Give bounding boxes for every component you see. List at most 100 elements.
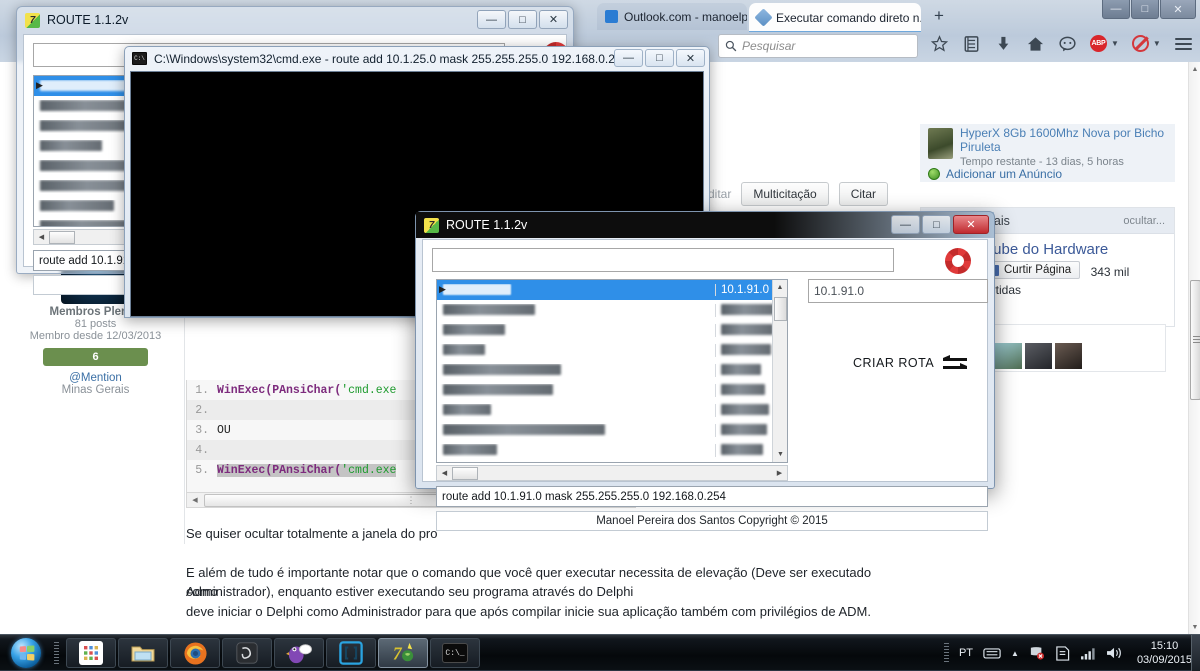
scroll-up-icon[interactable]: ▲	[1189, 62, 1200, 76]
cmd-icon: C:\_	[442, 643, 468, 663]
code-token-fn: WinExec	[217, 463, 266, 477]
taskbar-item-brackets[interactable]	[326, 638, 376, 668]
taskbar-item-delphi[interactable]: 7	[378, 638, 428, 668]
list-item[interactable]	[437, 300, 787, 320]
delphi-icon: 7	[424, 217, 439, 233]
close-button[interactable]: ✕	[539, 10, 568, 29]
quote-button[interactable]: Citar	[838, 182, 889, 206]
clock[interactable]: 15:10 03/09/2015	[1133, 639, 1192, 667]
face-thumbnail	[995, 343, 1022, 369]
minimize-button[interactable]: —	[477, 10, 506, 29]
add-ad-label: Adicionar um Anúncio	[946, 167, 1063, 181]
maximize-button[interactable]: □	[1131, 0, 1159, 19]
minimize-button[interactable]: —	[891, 215, 920, 234]
ad-title[interactable]: HyperX 8Gb 1600Mhz Nova por Bicho Pirule…	[960, 126, 1170, 154]
multiquote-button[interactable]: Multicitação	[741, 182, 829, 206]
scroll-left-icon[interactable]: ◀	[187, 496, 203, 504]
add-ad-link[interactable]: Adicionar um Anúncio	[928, 167, 1062, 181]
route-window-foreground[interactable]: 7 ROUTE 1.1.2v — □ ✕ 10.1.91.0 ▶ ▲ ▼ ◀ ▶…	[415, 211, 995, 531]
star-icon[interactable]	[930, 34, 949, 53]
list-item[interactable]	[437, 340, 787, 360]
list-item-selected[interactable]: 10.1.91.0	[437, 280, 787, 300]
route-command-bar: route add 10.1.91.0 mask 255.255.255.0 1…	[436, 486, 988, 507]
search-input[interactable]: Pesquisar	[718, 34, 918, 58]
list-item[interactable]	[437, 420, 787, 440]
face-thumbnail	[1025, 343, 1052, 369]
minimize-button[interactable]: —	[614, 49, 643, 67]
close-button[interactable]: ✕	[1160, 0, 1196, 19]
download-icon[interactable]	[994, 34, 1013, 53]
taskbar-item-firefox[interactable]	[170, 638, 220, 668]
maximize-button[interactable]: □	[922, 215, 951, 234]
maximize-button[interactable]: □	[645, 49, 674, 67]
tab-label: Outlook.com - manoelps...	[624, 9, 747, 24]
scroll-left-icon[interactable]: ◀	[437, 469, 452, 477]
start-button[interactable]	[4, 635, 48, 671]
route-background-titlebar[interactable]: 7 ROUTE 1.1.2v — □ ✕	[17, 7, 573, 33]
window-title: C:\Windows\system32\cmd.exe - route add …	[154, 51, 629, 66]
show-desktop-button[interactable]	[1191, 635, 1200, 671]
route-list[interactable]: 10.1.91.0 ▶ ▲ ▼	[436, 279, 788, 463]
facebook-page-name[interactable]: Clube do Hardware	[979, 241, 1166, 258]
signal-icon[interactable]	[1080, 647, 1096, 660]
criar-rota-button[interactable]: CRIAR ROTA	[853, 355, 968, 370]
new-tab-button[interactable]: +	[934, 6, 944, 26]
keyboard-icon[interactable]	[983, 647, 1001, 659]
gear-icon[interactable]	[945, 248, 971, 274]
windows-logo-icon	[11, 638, 41, 668]
action-center-icon[interactable]	[1055, 645, 1070, 661]
noscript-icon[interactable]	[1131, 35, 1149, 52]
show-hidden-icon[interactable]: ▲	[1011, 649, 1019, 658]
route-list-hscroll[interactable]: ◀ ▶	[436, 465, 788, 481]
list-item[interactable]	[437, 320, 787, 340]
adblock-icon[interactable]: ABP	[1090, 35, 1107, 52]
scroll-thumb[interactable]	[452, 466, 478, 480]
taskbar-item-app-launcher[interactable]	[66, 638, 116, 668]
list-item[interactable]	[437, 440, 787, 460]
delphi-icon: 7	[25, 12, 40, 28]
taskbar-item-pidgin[interactable]	[274, 638, 324, 668]
volume-icon[interactable]	[1106, 646, 1123, 660]
search-icon	[725, 40, 737, 52]
row-marker-icon: ▶	[439, 284, 446, 294]
taskbar-item-explorer[interactable]	[118, 638, 168, 668]
scroll-up-icon[interactable]: ▲	[773, 280, 787, 295]
scroll-thumb[interactable]	[49, 230, 75, 244]
scroll-left-icon[interactable]: ◀	[34, 233, 49, 241]
minimize-button[interactable]: —	[1102, 0, 1130, 19]
network-error-icon[interactable]	[1029, 646, 1045, 660]
taskbar-item-phone[interactable]	[222, 638, 272, 668]
page-scroll-thumb[interactable]	[1190, 280, 1200, 400]
list-item[interactable]	[437, 380, 787, 400]
tab-outlook[interactable]: Outlook.com - manoelps... ✕	[597, 3, 747, 30]
chevron-down-icon[interactable]: ▼	[1153, 39, 1161, 48]
taskbar-grip[interactable]	[54, 642, 59, 664]
close-button[interactable]: ✕	[953, 215, 989, 234]
route-list-vscroll[interactable]: ▲ ▼	[772, 280, 787, 462]
chevron-down-icon[interactable]: ▼	[1111, 39, 1119, 48]
scroll-thumb[interactable]	[774, 297, 787, 321]
search-input[interactable]	[432, 248, 894, 272]
library-icon[interactable]	[962, 34, 981, 53]
tab-forum-thread[interactable]: Executar comando direto n... ✕	[749, 3, 921, 32]
chat-icon[interactable]	[1058, 34, 1077, 53]
maximize-button[interactable]: □	[508, 10, 537, 29]
scroll-down-icon[interactable]: ▼	[773, 447, 787, 462]
close-button[interactable]: ✕	[676, 49, 705, 67]
hide-link[interactable]: ocultar...	[1123, 215, 1165, 227]
menu-icon[interactable]	[1174, 34, 1193, 53]
cmd-titlebar[interactable]: C:\ C:\Windows\system32\cmd.exe - route …	[125, 47, 709, 70]
home-icon[interactable]	[1026, 34, 1045, 53]
page-scrollbar[interactable]: ▲ ▼	[1188, 62, 1200, 634]
scroll-right-icon[interactable]: ▶	[772, 469, 787, 477]
scroll-grip	[1193, 336, 1200, 343]
route-foreground-titlebar[interactable]: 7 ROUTE 1.1.2v — □ ✕	[416, 212, 994, 238]
selected-ip-field[interactable]	[808, 279, 988, 303]
code-token-fn: WinExec	[217, 383, 266, 397]
tray-language[interactable]: PT	[959, 647, 973, 659]
taskbar-item-cmd[interactable]: C:\_	[430, 638, 480, 668]
mention-link[interactable]: @Mention	[8, 372, 183, 384]
list-item[interactable]	[437, 360, 787, 380]
scroll-down-icon[interactable]: ▼	[1189, 620, 1200, 634]
list-item[interactable]	[437, 400, 787, 420]
